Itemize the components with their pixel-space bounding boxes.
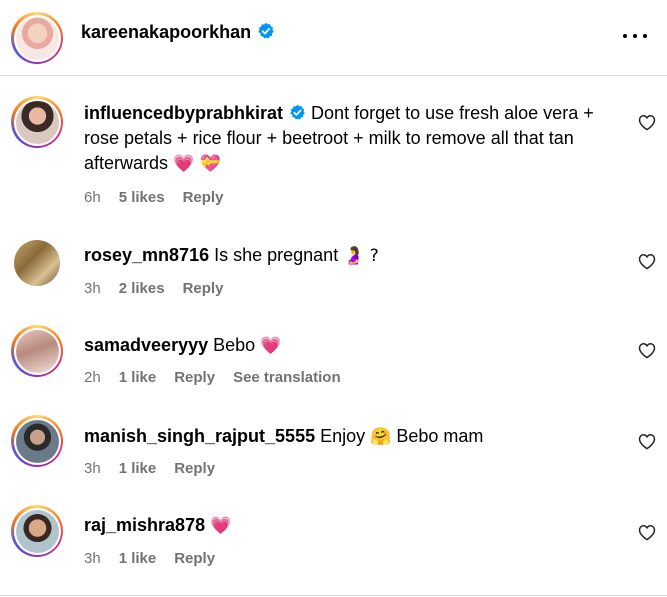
hugging-face-emoji: 🤗 <box>370 427 392 447</box>
post-author-avatar[interactable] <box>11 12 63 64</box>
comment-item: rosey_mn8716 Is she pregnant 🤰 ? 3h 2 lik… <box>0 240 667 300</box>
more-options-button[interactable] <box>623 26 647 46</box>
comment-meta: 3h 1 like Reply <box>84 550 233 567</box>
post-author-username[interactable]: kareenakapoorkhan <box>81 22 275 43</box>
like-heart-icon[interactable] <box>638 253 656 270</box>
like-heart-icon[interactable] <box>638 524 656 541</box>
comment-time: 3h <box>84 460 101 477</box>
more-dot <box>633 34 637 38</box>
comment-likes[interactable]: 5 likes <box>119 189 165 206</box>
commenter-avatar[interactable] <box>11 415 63 467</box>
reply-button[interactable]: Reply <box>183 280 224 297</box>
comment-username[interactable]: raj_mishra878 <box>84 515 205 535</box>
heart-emoji: 💗 <box>210 516 232 536</box>
comment-text: rosey_mn8716 Is she pregnant 🤰 ? <box>84 243 624 269</box>
verified-badge-icon <box>258 22 274 39</box>
comment-likes[interactable]: 1 like <box>119 550 157 567</box>
comment-body: Bebo <box>213 335 256 355</box>
see-translation-link[interactable]: See translation <box>233 369 341 386</box>
comment-username[interactable]: influencedbyprabhkirat <box>84 103 283 123</box>
more-dot <box>643 34 647 38</box>
comment-likes[interactable]: 1 like <box>119 369 157 386</box>
comment-body-continued: Bebo mam <box>396 426 484 446</box>
like-heart-icon[interactable] <box>638 114 656 131</box>
commenter-avatar[interactable] <box>14 240 60 286</box>
heart-emoji: 💗 <box>260 336 282 356</box>
comment-meta: 6h 5 likes Reply <box>84 189 241 206</box>
comment-time: 3h <box>84 550 101 567</box>
comment-likes[interactable]: 2 likes <box>119 280 165 297</box>
comment-body: Enjoy <box>320 426 366 446</box>
comment-item: manish_singh_rajput_5555 Enjoy 🤗 Bebo ma… <box>0 415 667 477</box>
comment-meta: 3h 1 like Reply <box>84 460 233 477</box>
like-heart-icon[interactable] <box>638 342 656 359</box>
reply-button[interactable]: Reply <box>183 189 224 206</box>
comment-item: influencedbyprabhkirat Dont forget to use… <box>0 96 667 216</box>
comment-username[interactable]: rosey_mn8716 <box>84 245 209 265</box>
reply-button[interactable]: Reply <box>174 369 215 386</box>
comment-meta: 2h 1 like Reply See translation <box>84 369 359 386</box>
comment-username[interactable]: manish_singh_rajput_5555 <box>84 426 315 446</box>
comment-time: 6h <box>84 189 101 206</box>
commenter-avatar[interactable] <box>11 325 63 377</box>
comment-text: samadveeryyy Bebo 💗 <box>84 333 624 359</box>
heart-emoji: 💗 💝 <box>173 154 221 174</box>
bottom-divider <box>0 595 667 596</box>
post-header: kareenakapoorkhan <box>0 0 667 76</box>
reply-button[interactable]: Reply <box>174 550 215 567</box>
comment-item: raj_mishra878 💗 3h 1 like Reply <box>0 505 667 575</box>
comment-text: raj_mishra878 💗 <box>84 513 624 539</box>
reply-button[interactable]: Reply <box>174 460 215 477</box>
comment-likes[interactable]: 1 like <box>119 460 157 477</box>
verified-badge-icon <box>290 104 305 120</box>
comment-item: samadveeryyy Bebo 💗 2h 1 like Reply See tra… <box>0 325 667 386</box>
comment-body: Is she pregnant <box>214 245 339 265</box>
comment-time: 2h <box>84 369 101 386</box>
more-dot <box>623 34 627 38</box>
comment-username[interactable]: samadveeryyy <box>84 335 208 355</box>
like-heart-icon[interactable] <box>638 433 656 450</box>
commenter-avatar[interactable] <box>11 96 63 148</box>
pregnant-woman-emoji: 🤰 ? <box>343 246 379 266</box>
comment-text: influencedbyprabhkirat Dont forget to use… <box>84 101 624 177</box>
comment-time: 3h <box>84 280 101 297</box>
comment-meta: 3h 2 likes Reply <box>84 280 241 297</box>
commenter-avatar[interactable] <box>11 505 63 557</box>
comment-text: manish_singh_rajput_5555 Enjoy 🤗 Bebo ma… <box>84 424 624 450</box>
